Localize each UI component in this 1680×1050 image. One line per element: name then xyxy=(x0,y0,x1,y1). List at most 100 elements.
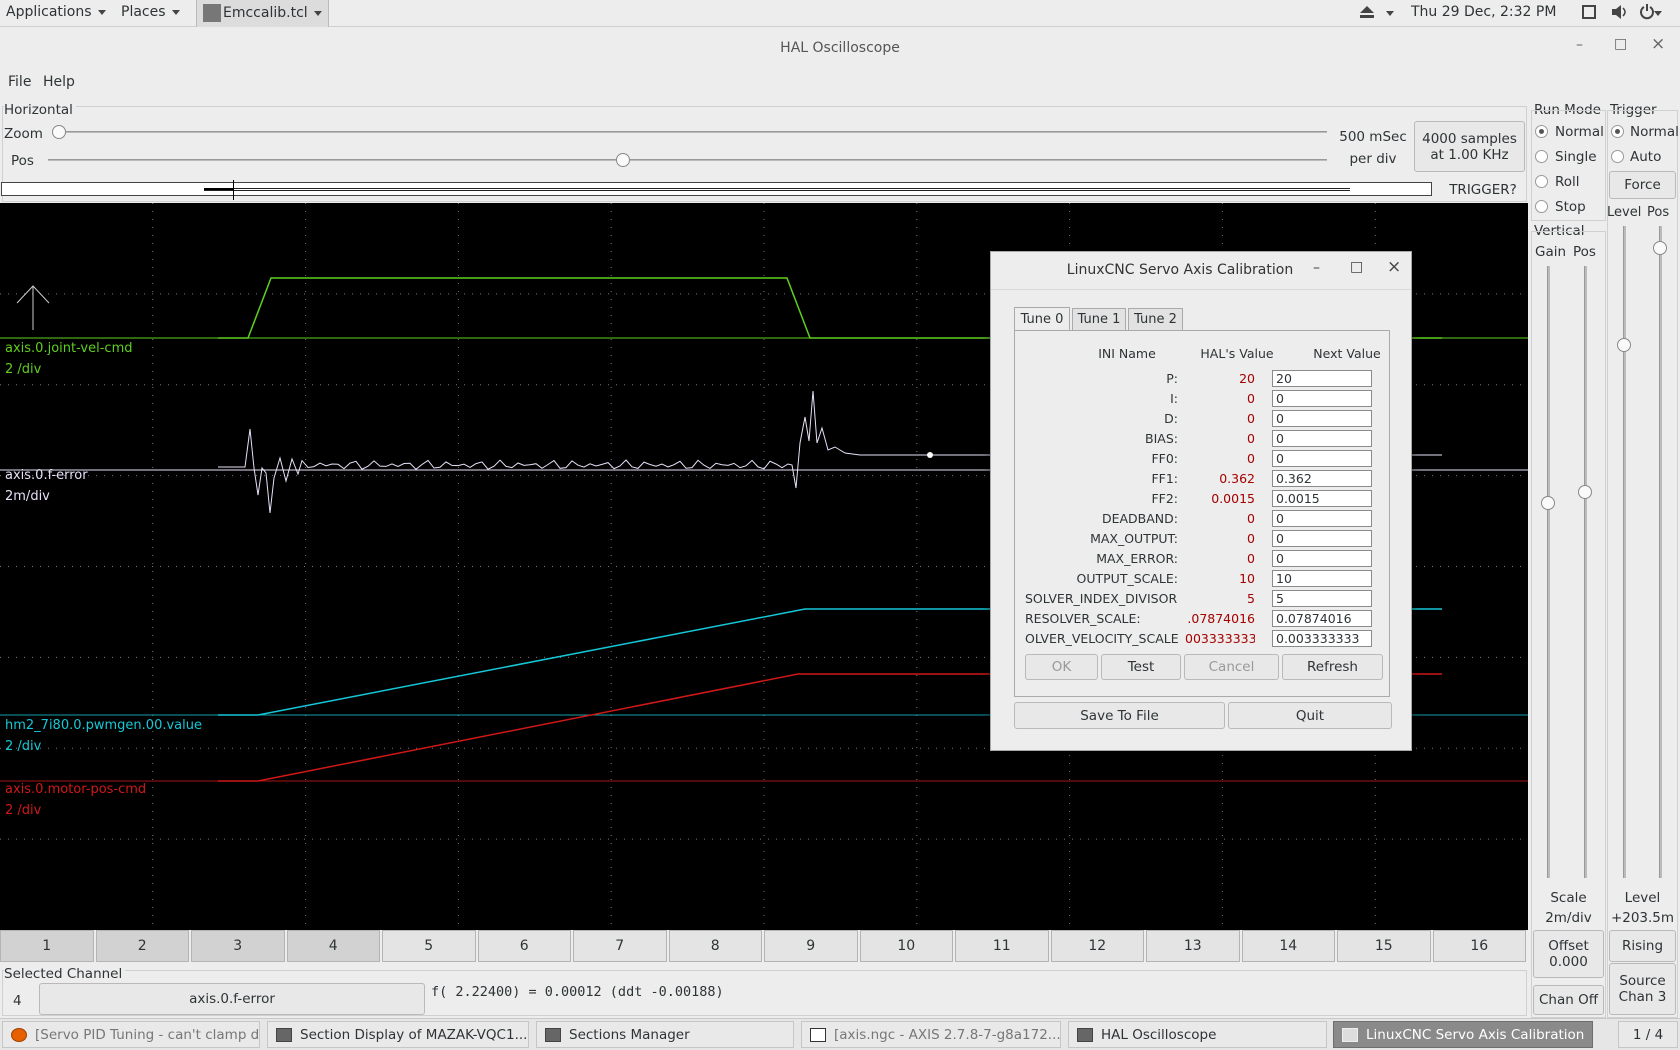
pos-slider-track[interactable] xyxy=(48,159,1327,161)
refresh-button[interactable]: Refresh xyxy=(1282,654,1383,680)
sample-rate: at 1.00 KHz xyxy=(1430,146,1509,163)
run-mode-roll-radio[interactable] xyxy=(1535,175,1548,188)
channel-button-3[interactable]: 3 xyxy=(191,930,285,962)
offset-button[interactable]: Offset 0.000 xyxy=(1533,930,1604,978)
trigger-auto-radio[interactable] xyxy=(1611,150,1624,163)
taskbar-item-section-display[interactable]: Section Display of MAZAK-VQC1... xyxy=(267,1021,529,1048)
param-next-value-input[interactable]: 0 xyxy=(1272,450,1372,467)
param-name: OLVER_VELOCITY_SCALE: xyxy=(1025,631,1178,646)
taskbar-item-servo-calibration[interactable]: LinuxCNC Servo Axis Calibration xyxy=(1333,1021,1593,1048)
run-mode-stop-radio[interactable] xyxy=(1535,200,1548,213)
channel-button-2[interactable]: 2 xyxy=(95,930,189,962)
file-menu[interactable]: File xyxy=(8,74,31,90)
channel-button-6[interactable]: 6 xyxy=(477,930,571,962)
param-next-value-input[interactable]: 0.003333333 xyxy=(1272,630,1372,647)
places-menu[interactable]: Places xyxy=(121,4,180,20)
param-next-value-input[interactable]: 10 xyxy=(1272,570,1372,587)
help-menu[interactable]: Help xyxy=(43,74,75,90)
minimize-icon[interactable]: – xyxy=(1576,37,1583,53)
param-next-value-input[interactable]: 0 xyxy=(1272,530,1372,547)
run-mode-single-radio[interactable] xyxy=(1535,150,1548,163)
maximize-icon[interactable]: □ xyxy=(1614,36,1627,52)
close-icon[interactable]: × xyxy=(1651,34,1665,54)
param-next-value-input[interactable]: 20 xyxy=(1272,370,1372,387)
channel-button-15[interactable]: 15 xyxy=(1337,930,1431,962)
selected-channel-source-button[interactable]: axis.0.f-error xyxy=(39,983,425,1015)
dialog-maximize-icon[interactable]: □ xyxy=(1350,259,1363,275)
param-next-value-input[interactable]: 5 xyxy=(1272,590,1372,607)
taskbar-label: Section Display of MAZAK-VQC1... xyxy=(300,1026,528,1043)
param-next-value-input[interactable]: 0 xyxy=(1272,390,1372,407)
dialog-minimize-icon[interactable]: – xyxy=(1313,260,1320,276)
channel-button-12[interactable]: 12 xyxy=(1050,930,1144,962)
cancel-button[interactable]: Cancel xyxy=(1184,654,1279,680)
param-next-value-input[interactable]: 0.07874016 xyxy=(1272,610,1372,627)
channel-button-1[interactable]: 1 xyxy=(0,930,94,962)
trigger-source-button[interactable]: Source Chan 3 xyxy=(1609,963,1676,1015)
record-position-bar[interactable] xyxy=(1,180,1432,200)
param-next-value-input[interactable]: 0 xyxy=(1272,410,1372,427)
taskbar-item-firefox[interactable]: [Servo PID Tuning - can't clamp d... xyxy=(2,1021,260,1048)
taskbar-label: LinuxCNC Servo Axis Calibration xyxy=(1366,1026,1585,1043)
param-hal-value: 0 xyxy=(1247,451,1255,466)
channel-button-4[interactable]: 4 xyxy=(286,930,380,962)
clock[interactable]: Thu 29 Dec, 2:32 PM xyxy=(1411,4,1556,20)
volume-icon[interactable] xyxy=(1612,5,1628,23)
param-next-value-input[interactable]: 0.362 xyxy=(1272,470,1372,487)
save-to-file-button[interactable]: Save To File xyxy=(1014,702,1225,729)
param-next-value-input[interactable]: 0 xyxy=(1272,510,1372,527)
tab-tune-1[interactable]: Tune 1 xyxy=(1072,308,1126,330)
force-trigger-button[interactable]: Force xyxy=(1609,171,1676,199)
gain-knob[interactable] xyxy=(1541,496,1555,510)
trigger-edge-button[interactable]: Rising xyxy=(1609,930,1676,962)
trigger-level-knob[interactable] xyxy=(1617,338,1631,352)
channel-button-11[interactable]: 11 xyxy=(955,930,1049,962)
taskbar-item-axis[interactable]: [axis.ngc - AXIS 2.7.8-7-g8a172... xyxy=(801,1021,1061,1048)
channel-button-13[interactable]: 13 xyxy=(1146,930,1240,962)
param-next-value-input[interactable]: 0 xyxy=(1272,430,1372,447)
ok-button[interactable]: OK xyxy=(1025,654,1098,680)
eject-icon[interactable] xyxy=(1360,6,1374,22)
power-icon[interactable] xyxy=(1640,4,1654,24)
firefox-icon xyxy=(11,1027,27,1042)
applications-menu[interactable]: Applications xyxy=(6,4,106,20)
trigger-pos-slider[interactable] xyxy=(1659,226,1662,878)
trigger-normal-radio[interactable] xyxy=(1611,125,1624,138)
workspace-switcher[interactable]: 1 / 4 xyxy=(1618,1021,1678,1048)
channel-button-14[interactable]: 14 xyxy=(1241,930,1335,962)
chevron-down-icon[interactable] xyxy=(1386,5,1394,21)
tab-tune-0[interactable]: Tune 0 xyxy=(1014,307,1070,331)
channel-button-10[interactable]: 10 xyxy=(859,930,953,962)
param-next-value-input[interactable]: 0 xyxy=(1272,550,1372,567)
tab-tune-2[interactable]: Tune 2 xyxy=(1128,308,1183,330)
test-button[interactable]: Test xyxy=(1101,654,1181,680)
sample-rate-button[interactable]: 4000 samples at 1.00 KHz xyxy=(1414,121,1525,172)
param-hal-value: 0 xyxy=(1247,511,1255,526)
taskbar-item-hal-oscilloscope[interactable]: HAL Oscilloscope xyxy=(1068,1021,1327,1048)
trigger-pos-knob[interactable] xyxy=(1653,241,1667,255)
channel-button-8[interactable]: 8 xyxy=(668,930,762,962)
chevron-down-icon[interactable] xyxy=(1654,5,1662,21)
trace-label-f-error: axis.0.f-error xyxy=(5,468,88,483)
active-app-menu[interactable]: Emccalib.tcl xyxy=(196,0,329,27)
taskbar-item-sections-manager[interactable]: Sections Manager xyxy=(536,1021,794,1048)
vertical-pos-slider[interactable] xyxy=(1584,266,1587,878)
dialog-close-icon[interactable]: × xyxy=(1387,257,1401,277)
channel-button-9[interactable]: 9 xyxy=(764,930,858,962)
param-next-value-input[interactable]: 0.0015 xyxy=(1272,490,1372,507)
run-mode-roll-label: Roll xyxy=(1555,174,1580,190)
window-list-icon[interactable] xyxy=(1582,5,1596,23)
channel-button-5[interactable]: 5 xyxy=(382,930,476,962)
run-mode-normal-radio[interactable] xyxy=(1535,125,1548,138)
chan-off-button[interactable]: Chan Off xyxy=(1533,985,1604,1015)
trigger-level-slider[interactable] xyxy=(1623,226,1626,878)
param-name: OUTPUT_SCALE: xyxy=(1076,571,1178,586)
channel-button-7[interactable]: 7 xyxy=(573,930,667,962)
quit-button[interactable]: Quit xyxy=(1228,702,1392,729)
zoom-slider-track[interactable] xyxy=(52,131,1327,133)
taskbar-label: Sections Manager xyxy=(569,1026,690,1043)
vertical-pos-knob[interactable] xyxy=(1578,485,1592,499)
channel-button-16[interactable]: 16 xyxy=(1432,930,1526,962)
gain-slider[interactable] xyxy=(1547,266,1550,878)
zoom-slider-knob[interactable] xyxy=(52,125,66,139)
